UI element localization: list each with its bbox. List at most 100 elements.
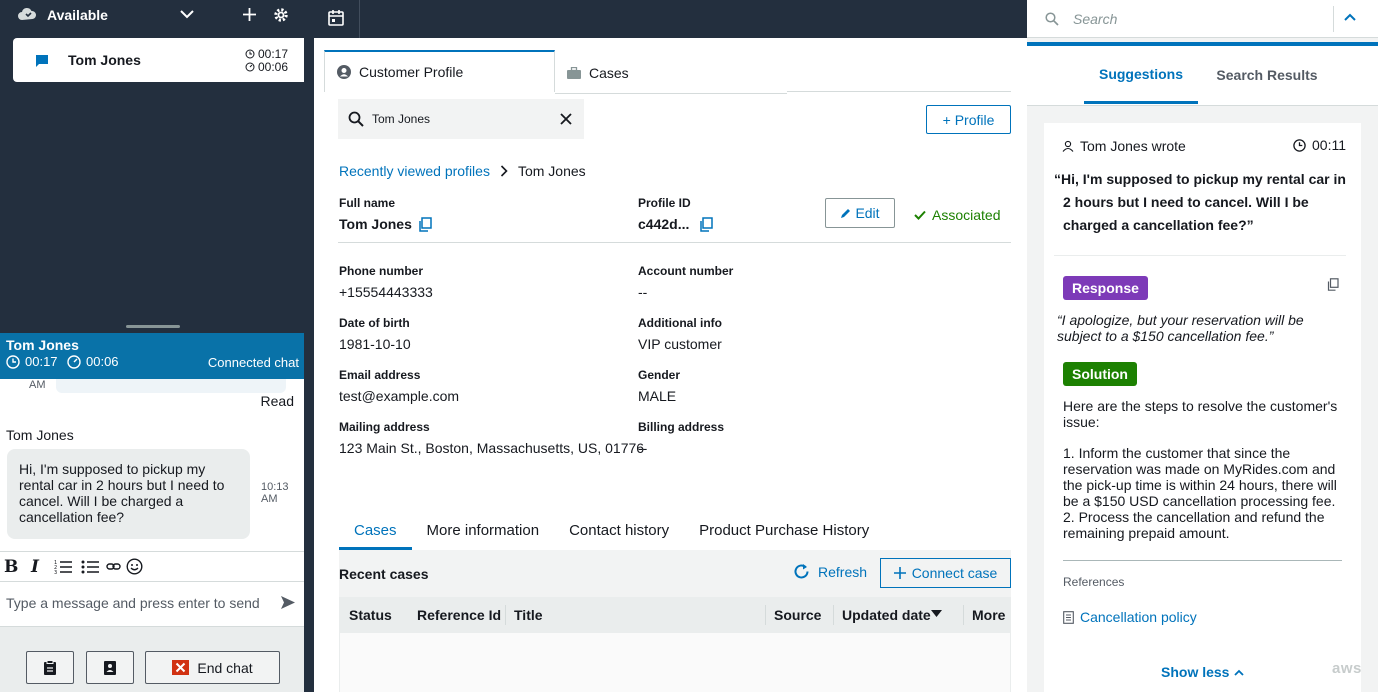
dob-value: 1981-10-10: [339, 336, 411, 352]
clipboard-icon: [43, 659, 57, 676]
message-sender: Tom Jones: [6, 427, 74, 443]
gender-field: Gender MALE: [638, 368, 680, 404]
profile-id-label: Profile ID: [638, 196, 691, 210]
add-profile-button[interactable]: + Profile: [926, 105, 1011, 134]
wrote-label: Tom Jones wrote: [1080, 138, 1186, 154]
account-value: --: [638, 284, 648, 300]
end-chat-label: End chat: [197, 659, 253, 676]
account-label: Account number: [638, 264, 734, 278]
assist-search-bar[interactable]: Search: [1027, 0, 1378, 38]
end-chat-icon: [172, 660, 190, 675]
sort-desc-icon[interactable]: [931, 610, 942, 617]
resize-handle[interactable]: [126, 325, 180, 328]
column-title[interactable]: Title: [514, 607, 543, 623]
additional-info-label: Additional info: [638, 316, 722, 330]
contact-panel: Available Tom Jones 00:17 00:06 Tom Jone…: [0, 0, 304, 692]
chat-total-timer: 00:17: [6, 354, 58, 369]
agent-status-label[interactable]: Available: [47, 7, 108, 23]
chat-message-input[interactable]: Type a message and press enter to send: [0, 581, 304, 626]
edit-profile-button[interactable]: Edit: [825, 198, 895, 228]
active-contact-card[interactable]: Tom Jones 00:17 00:06: [13, 38, 304, 82]
contact-total-time: 00:17: [258, 47, 289, 61]
tab-customer-profile[interactable]: Customer Profile: [324, 50, 555, 92]
chevron-up-icon[interactable]: [1344, 13, 1356, 21]
contact-name: Tom Jones: [68, 52, 141, 68]
connect-case-label: Connect case: [911, 565, 998, 581]
billing-address-label: Billing address: [638, 420, 725, 434]
gear-icon[interactable]: [273, 7, 289, 23]
column-reference-id[interactable]: Reference Id: [417, 607, 501, 623]
billing-address-value: --: [638, 440, 648, 456]
refresh-label: Refresh: [818, 563, 868, 580]
profile-id-row: c442d...: [638, 216, 714, 232]
search-icon: [1045, 12, 1059, 26]
tab-cases[interactable]: Cases: [555, 52, 787, 94]
show-less-button[interactable]: Show less: [1161, 664, 1245, 680]
close-icon[interactable]: [560, 113, 572, 125]
emoji-icon[interactable]: [126, 558, 143, 575]
contact-card-icon: [103, 660, 117, 676]
contact-active-timer: 00:06: [245, 60, 288, 74]
refresh-button[interactable]: Refresh: [793, 563, 867, 580]
copy-icon[interactable]: [418, 216, 432, 232]
copy-icon[interactable]: [699, 216, 714, 232]
mailing-address-value: 123 Main St., Boston, Massachusetts, US,…: [339, 440, 645, 456]
svg-text:3: 3: [54, 570, 57, 575]
recent-cases-panel: Recent cases Refresh Connect case Status…: [339, 550, 1011, 692]
references-divider: [1063, 560, 1342, 561]
gender-value: MALE: [638, 388, 677, 404]
breadcrumb: Recently viewed profiles Tom Jones: [339, 163, 586, 179]
cloud-status-icon[interactable]: [17, 6, 37, 24]
calendar-icon[interactable]: [328, 9, 344, 26]
user-circle-icon: [337, 65, 351, 79]
tab-search-results[interactable]: Search Results: [1207, 46, 1327, 104]
numbered-list-icon[interactable]: 123: [54, 559, 72, 575]
chevron-down-icon[interactable]: [180, 9, 194, 19]
column-source[interactable]: Source: [774, 607, 821, 623]
search-separator: [1333, 6, 1334, 32]
task-button[interactable]: [26, 651, 74, 684]
bold-icon[interactable]: B: [4, 557, 18, 577]
profile-detail-tabs: Cases More information Contact history P…: [339, 516, 1011, 550]
tab-suggestions[interactable]: Suggestions: [1084, 46, 1198, 104]
customer-card-button[interactable]: [86, 651, 134, 684]
breadcrumb-current: Tom Jones: [517, 163, 586, 179]
chat-transcript[interactable]: AM Read Tom Jones Hi, I'm supposed to pi…: [0, 379, 304, 551]
column-updated-date[interactable]: Updated date: [842, 607, 931, 623]
read-receipt: Read: [260, 393, 294, 409]
chevron-right-icon: [500, 165, 508, 177]
bullet-list-icon[interactable]: [81, 559, 99, 575]
profile-search-input[interactable]: Tom Jones: [338, 99, 584, 139]
send-icon[interactable]: [281, 596, 295, 609]
chat-total-time: 00:17: [25, 354, 58, 369]
copy-icon[interactable]: [1327, 278, 1339, 291]
profile-id-field: Profile ID c442d...: [638, 196, 714, 232]
clock-icon: [1293, 138, 1306, 152]
end-chat-button[interactable]: End chat: [145, 651, 280, 684]
link-icon[interactable]: [106, 561, 121, 573]
panel-divider[interactable]: [304, 0, 314, 692]
column-separator: [963, 605, 964, 625]
tab-product-purchase-history[interactable]: Product Purchase History: [684, 516, 884, 550]
email-field: Email address test@example.com: [339, 368, 459, 404]
tab-detail-cases[interactable]: Cases: [339, 516, 412, 550]
mailing-address-field: Mailing address 123 Main St., Boston, Ma…: [339, 420, 644, 456]
solution-badge: Solution: [1063, 362, 1137, 386]
column-status[interactable]: Status: [349, 607, 392, 623]
agent-assist-panel: Search Suggestions Search Results Tom Jo…: [1027, 0, 1378, 692]
column-more[interactable]: More: [972, 607, 1005, 623]
tab-more-information[interactable]: More information: [412, 516, 555, 550]
user-icon: [1062, 140, 1074, 152]
connect-case-button[interactable]: Connect case: [880, 558, 1011, 588]
plus-icon[interactable]: [243, 8, 256, 21]
search-icon: [348, 111, 364, 127]
reference-link[interactable]: Cancellation policy: [1080, 609, 1197, 625]
chevron-up-icon: [1234, 669, 1245, 676]
tab-contact-history[interactable]: Contact history: [554, 516, 684, 550]
response-text: “I apologize, but your reservation will …: [1057, 312, 1304, 344]
italic-icon[interactable]: I: [31, 557, 39, 577]
gender-label: Gender: [638, 368, 681, 382]
stopwatch-icon: [245, 62, 255, 72]
breadcrumb-parent-link[interactable]: Recently viewed profiles: [339, 163, 490, 179]
wrote-time: 00:11: [1293, 137, 1346, 153]
